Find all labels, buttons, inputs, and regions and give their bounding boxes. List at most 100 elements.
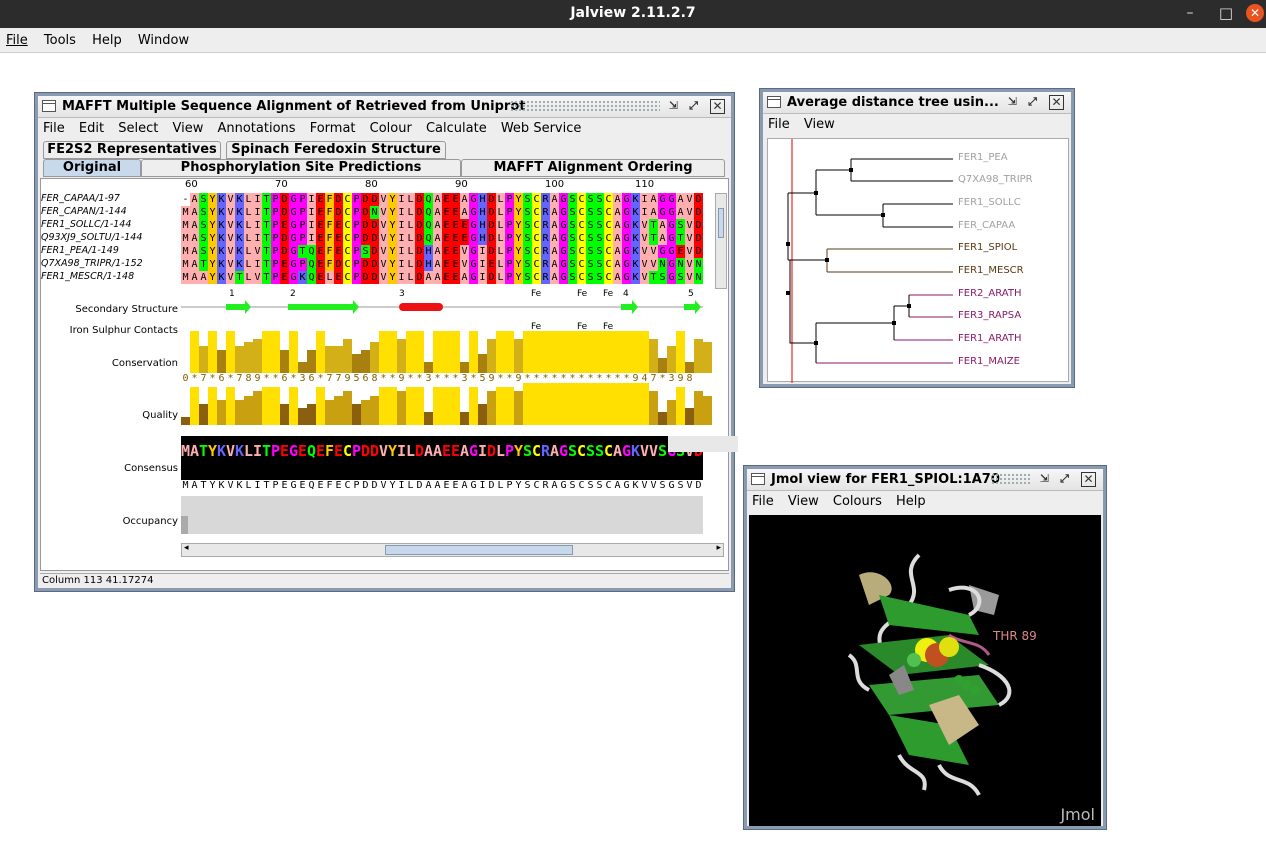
residue[interactable]: P [505, 206, 514, 219]
residue[interactable]: Q [307, 245, 316, 258]
residue[interactable]: L [244, 219, 253, 232]
residue[interactable]: I [640, 193, 649, 206]
residue[interactable]: D [361, 219, 370, 232]
residue[interactable]: A [676, 206, 685, 219]
residue[interactable]: Y [388, 193, 397, 206]
residue[interactable]: C [532, 219, 541, 232]
residue[interactable]: V [379, 271, 388, 284]
residue[interactable]: S [523, 193, 532, 206]
residue[interactable]: L [496, 245, 505, 258]
residue[interactable]: V [379, 206, 388, 219]
residue[interactable]: A [433, 232, 442, 245]
residue[interactable]: A [676, 193, 685, 206]
residue[interactable]: H [424, 245, 433, 258]
residue[interactable]: A [658, 219, 667, 232]
residue[interactable]: C [343, 206, 352, 219]
aln-menu-select[interactable]: Select [113, 118, 163, 139]
residue[interactable]: D [280, 206, 289, 219]
jmol-viewer[interactable]: THR 89 Jmol [749, 515, 1101, 826]
residue[interactable]: P [298, 206, 307, 219]
residue[interactable]: P [271, 258, 280, 271]
residue[interactable]: A [613, 271, 622, 284]
residue[interactable]: Y [208, 271, 217, 284]
residue[interactable]: V [640, 219, 649, 232]
residue[interactable]: G [559, 193, 568, 206]
tree-leaf-label[interactable]: FER1_PEA [958, 152, 1008, 163]
residue[interactable]: D [370, 193, 379, 206]
tree-leaf-label[interactable]: FER1_ARATH [958, 333, 1021, 344]
residue[interactable]: A [190, 271, 199, 284]
residue[interactable]: D [334, 193, 343, 206]
residue[interactable]: A [424, 271, 433, 284]
residue[interactable]: C [577, 193, 586, 206]
residue[interactable]: L [496, 219, 505, 232]
residue[interactable]: G [622, 219, 631, 232]
residue[interactable]: C [343, 219, 352, 232]
sequence-id[interactable]: FER_CAPAN/1-144 [41, 206, 127, 217]
residue[interactable]: Q [424, 193, 433, 206]
residue[interactable]: S [568, 271, 577, 284]
residue[interactable]: S [595, 232, 604, 245]
residue[interactable]: G [622, 258, 631, 271]
residue[interactable]: C [343, 193, 352, 206]
residue[interactable]: N [676, 258, 685, 271]
residue[interactable]: D [370, 245, 379, 258]
residue[interactable]: S [523, 271, 532, 284]
residue[interactable]: I [253, 193, 262, 206]
residue[interactable]: A [550, 258, 559, 271]
residue[interactable]: E [334, 245, 343, 258]
tree-menu-view[interactable]: View [799, 114, 840, 135]
residue[interactable]: A [550, 245, 559, 258]
residue[interactable]: V [649, 258, 658, 271]
sequence-id[interactable]: Q7XA98_TRIPR/1-152 [41, 258, 143, 269]
maximize-window-icon[interactable]: ⤢ [686, 99, 701, 114]
residue[interactable]: C [604, 271, 613, 284]
residue[interactable]: G [667, 271, 676, 284]
tree-leaf-label[interactable]: FER1_SOLLC [958, 197, 1021, 208]
residue[interactable]: A [190, 206, 199, 219]
residue[interactable]: A [658, 232, 667, 245]
residue[interactable]: L [406, 271, 415, 284]
residue[interactable]: E [442, 245, 451, 258]
residue[interactable]: M [181, 206, 190, 219]
residue[interactable]: Y [514, 232, 523, 245]
residue[interactable]: V [685, 271, 694, 284]
residue[interactable]: L [244, 245, 253, 258]
aln-menu-view[interactable]: View [167, 118, 208, 139]
residue[interactable]: G [469, 232, 478, 245]
residue[interactable]: Q [307, 258, 316, 271]
residue[interactable]: P [271, 219, 280, 232]
residue[interactable]: D [415, 271, 424, 284]
residue[interactable]: R [541, 219, 550, 232]
residue[interactable]: G [289, 271, 298, 284]
residue[interactable]: P [505, 193, 514, 206]
tab-spinach-feredoxin-structure[interactable]: Spinach Feredoxin Structure [226, 141, 446, 159]
residue[interactable]: K [631, 232, 640, 245]
tree-close-icon[interactable]: ✕ [1049, 95, 1064, 110]
residue[interactable]: E [451, 245, 460, 258]
residue[interactable]: V [253, 245, 262, 258]
residue[interactable]: I [397, 219, 406, 232]
residue[interactable]: D [415, 232, 424, 245]
residue[interactable]: A [613, 258, 622, 271]
residue[interactable]: S [586, 245, 595, 258]
tab-original[interactable]: Original [43, 159, 141, 177]
residue[interactable]: K [631, 245, 640, 258]
residue[interactable]: P [271, 206, 280, 219]
residue[interactable]: I [397, 245, 406, 258]
residue[interactable]: V [640, 258, 649, 271]
residue[interactable]: G [469, 271, 478, 284]
sequence-id[interactable]: FER1_MESCR/1-148 [41, 271, 134, 282]
residue[interactable]: P [352, 245, 361, 258]
residue[interactable]: M [181, 258, 190, 271]
residue[interactable]: I [397, 232, 406, 245]
residue[interactable]: Y [208, 232, 217, 245]
residue[interactable]: C [604, 232, 613, 245]
residue[interactable]: K [217, 206, 226, 219]
residue[interactable]: G [667, 245, 676, 258]
residue[interactable]: P [298, 258, 307, 271]
tree-leaf-label[interactable]: FER_CAPAA [958, 220, 1015, 231]
residue[interactable]: E [442, 232, 451, 245]
residue[interactable]: V [685, 232, 694, 245]
residue[interactable]: Y [208, 258, 217, 271]
